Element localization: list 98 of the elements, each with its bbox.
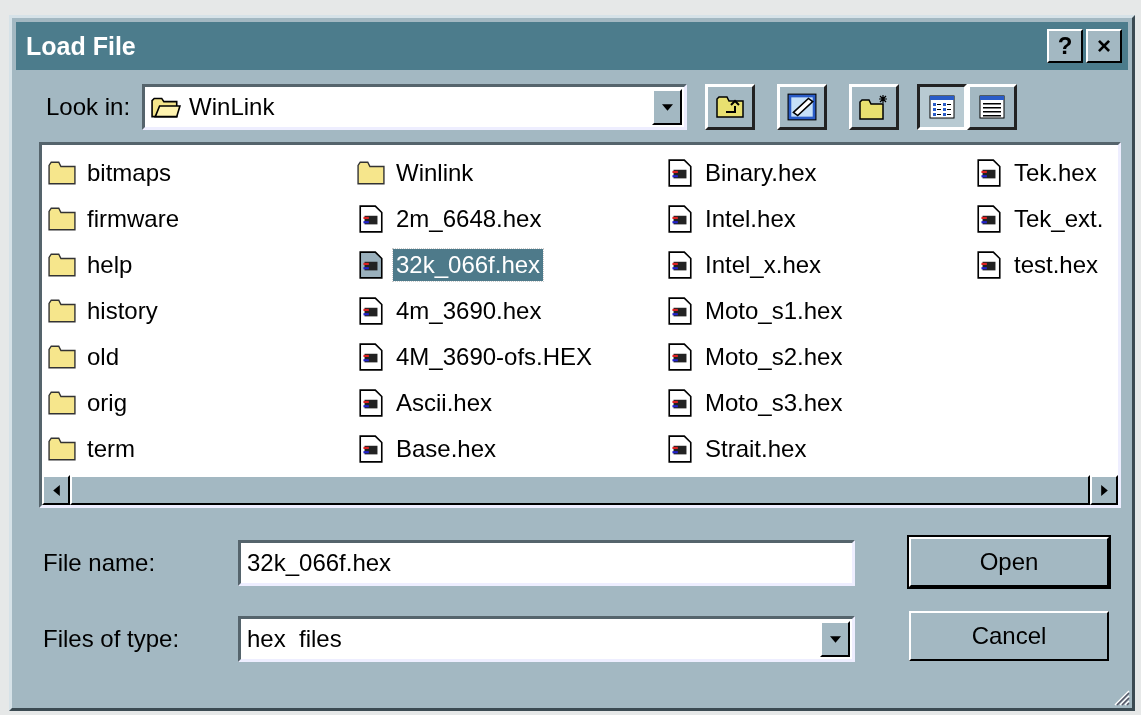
file-name: Tek.hex (1013, 158, 1098, 188)
details-view-icon (979, 95, 1006, 119)
file-name: test.hex (1013, 250, 1100, 280)
file-item[interactable]: 4M_3690-ofs.HEX (357, 334, 666, 380)
folder-item[interactable]: firmware (48, 196, 357, 242)
folder-icon (48, 389, 76, 417)
file-name: firmware (86, 204, 180, 234)
pen-icon (787, 93, 818, 121)
file-item[interactable]: Ascii.hex (357, 380, 666, 426)
close-button[interactable]: × (1086, 29, 1122, 63)
folder-item[interactable]: bitmaps (48, 150, 357, 196)
file-name: history (86, 296, 159, 326)
file-name: 4M_3690-ofs.HEX (395, 342, 594, 372)
file-name: Base.hex (395, 434, 498, 464)
up-folder-icon (716, 95, 745, 119)
folder-item[interactable]: history (48, 288, 357, 334)
document-icon (666, 389, 694, 417)
document-icon (357, 205, 385, 233)
folder-item[interactable]: help (48, 242, 357, 288)
folder-icon (151, 95, 182, 119)
document-icon (975, 159, 1003, 187)
folder-item[interactable]: orig (48, 380, 357, 426)
cancel-button[interactable]: Cancel (909, 611, 1109, 661)
file-name: orig (86, 388, 129, 418)
document-icon (357, 343, 385, 371)
file-item[interactable]: Moto_s1.hex (666, 288, 975, 334)
folder-icon (48, 205, 76, 233)
file-name-label: File name: (43, 549, 157, 577)
file-name: Intel_x.hex (704, 250, 823, 280)
document-icon (357, 389, 385, 417)
file-item[interactable]: 2m_6648.hex (357, 196, 666, 242)
file-item[interactable]: Tek_ext. (975, 196, 1118, 242)
file-name: help (86, 250, 134, 280)
new-folder-icon (859, 94, 890, 120)
folder-item[interactable]: term (48, 426, 357, 472)
file-name-field[interactable]: 32k_066f.hex (238, 540, 855, 586)
look-in-label: Look in: (46, 93, 131, 121)
list-view-button[interactable] (917, 84, 968, 130)
desktop-button[interactable] (777, 84, 828, 130)
file-item[interactable]: Intel.hex (666, 196, 975, 242)
folder-icon (48, 343, 76, 371)
file-name: Winlink (395, 158, 475, 188)
file-item[interactable]: Binary.hex (666, 150, 975, 196)
file-name: Intel.hex (704, 204, 797, 234)
file-name: old (86, 342, 121, 372)
file-type-label: Files of type: (43, 625, 181, 653)
document-icon (666, 297, 694, 325)
folder-icon (357, 159, 385, 187)
file-item[interactable]: Intel_x.hex (666, 242, 975, 288)
look-in-dropdown[interactable]: WinLink (142, 84, 688, 130)
document-icon (666, 343, 694, 371)
folder-item[interactable]: Winlink (357, 150, 666, 196)
file-name: Moto_s2.hex (704, 342, 844, 372)
new-folder-button[interactable] (849, 84, 900, 130)
file-item[interactable]: Tek.hex (975, 150, 1118, 196)
document-icon (666, 159, 694, 187)
document-icon (666, 205, 694, 233)
document-icon (357, 251, 385, 279)
details-view-button[interactable] (967, 84, 1018, 130)
file-name: 4m_3690.hex (395, 296, 543, 326)
document-icon (975, 251, 1003, 279)
document-icon (975, 205, 1003, 233)
folder-item[interactable]: old (48, 334, 357, 380)
scroll-left-button[interactable] (42, 475, 70, 505)
window-title: Load File (26, 31, 136, 61)
file-name: bitmaps (86, 158, 173, 188)
file-item[interactable]: Strait.hex (666, 426, 975, 472)
document-icon (666, 435, 694, 463)
file-name: Moto_s1.hex (704, 296, 844, 326)
right-arrow-icon (1100, 484, 1108, 496)
file-type-dropdown[interactable]: hex files (238, 616, 855, 662)
file-item[interactable]: 32k_066f.hex (357, 242, 666, 288)
document-icon (666, 251, 694, 279)
document-icon (357, 297, 385, 325)
file-name: term (86, 434, 136, 464)
open-button[interactable]: Open (909, 537, 1109, 587)
folder-icon (48, 159, 76, 187)
scroll-right-button[interactable] (1090, 475, 1118, 505)
file-item[interactable]: Moto_s2.hex (666, 334, 975, 380)
file-name: Tek_ext. (1013, 204, 1105, 234)
file-name: 32k_066f.hex (393, 249, 544, 281)
up-folder-button[interactable] (705, 84, 756, 130)
document-icon (357, 435, 385, 463)
file-item[interactable]: 4m_3690.hex (357, 288, 666, 334)
list-view-icon (929, 95, 956, 119)
file-item[interactable]: Moto_s3.hex (666, 380, 975, 426)
left-arrow-icon (52, 484, 60, 496)
folder-icon (48, 297, 76, 325)
file-item[interactable]: test.hex (975, 242, 1118, 288)
file-name: Ascii.hex (395, 388, 494, 418)
file-name: 2m_6648.hex (395, 204, 543, 234)
file-name: Moto_s3.hex (704, 388, 844, 418)
folder-icon (48, 435, 76, 463)
file-name: Strait.hex (704, 434, 808, 464)
file-name: Binary.hex (704, 158, 818, 188)
help-button[interactable]: ? (1047, 29, 1083, 63)
file-item[interactable]: Base.hex (357, 426, 666, 472)
folder-icon (48, 251, 76, 279)
